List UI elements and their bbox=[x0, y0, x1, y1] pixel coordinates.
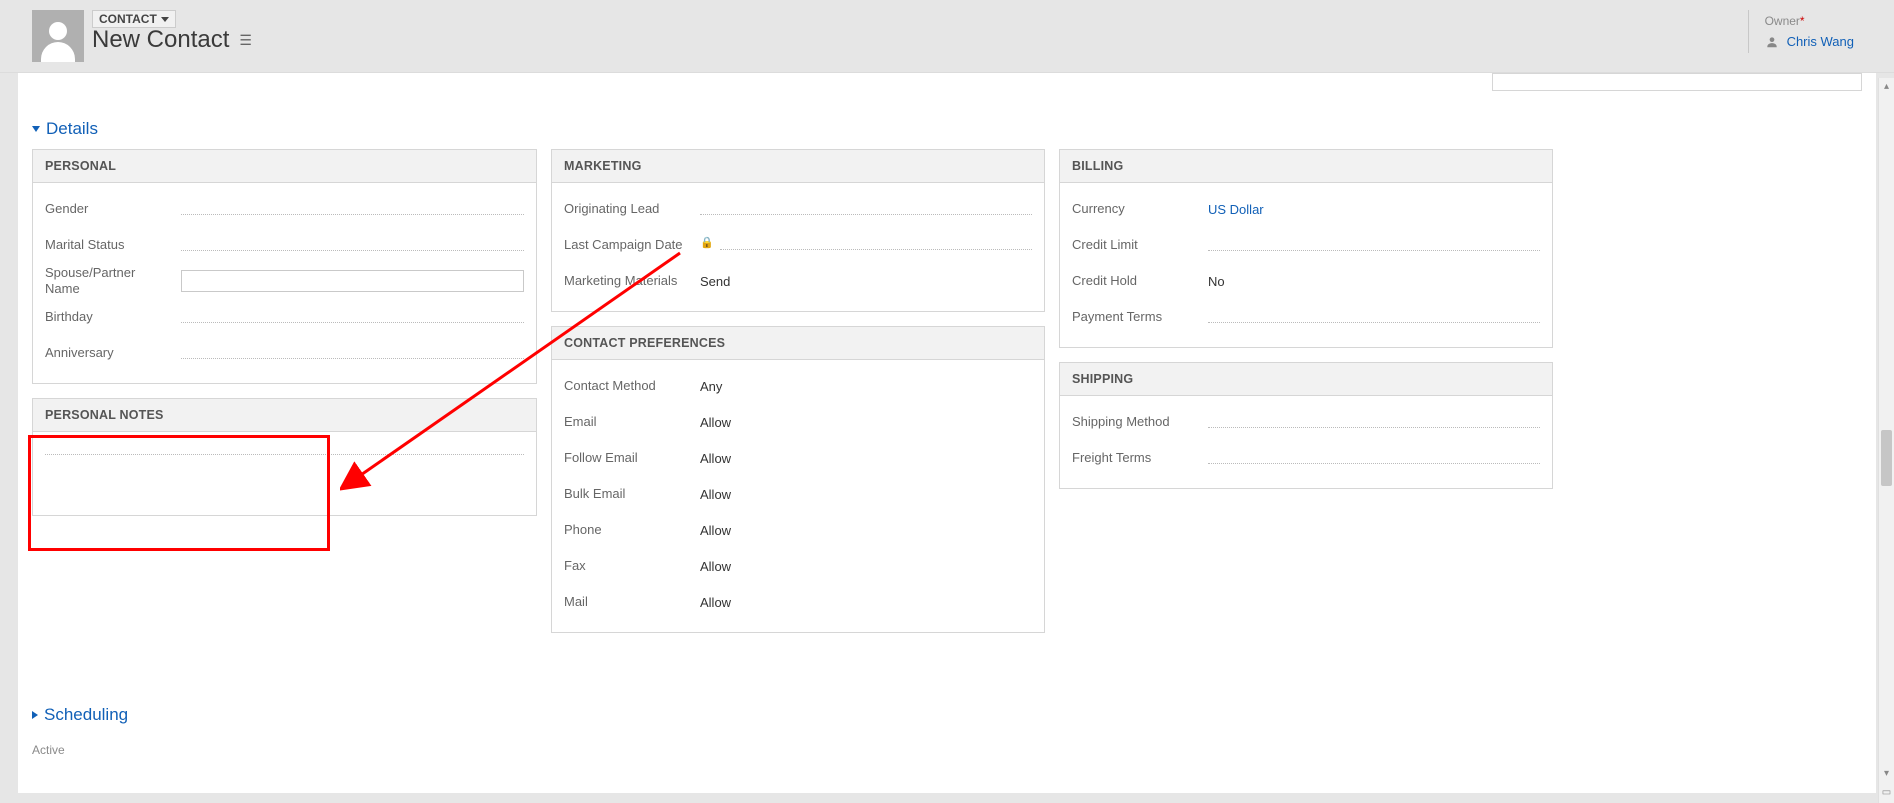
panel-personal-notes: PERSONAL NOTES bbox=[32, 398, 537, 516]
triangle-down-icon bbox=[32, 126, 40, 132]
person-icon bbox=[1765, 35, 1779, 49]
form-page: Details PERSONAL Gender Marital Status S… bbox=[18, 73, 1876, 793]
panel-header-billing: BILLING bbox=[1060, 150, 1552, 183]
label-email: Email bbox=[564, 414, 692, 430]
field-currency[interactable]: US Dollar bbox=[1208, 202, 1264, 217]
field-anniversary[interactable] bbox=[181, 348, 524, 359]
label-payment-terms: Payment Terms bbox=[1072, 309, 1200, 325]
contact-avatar bbox=[32, 10, 84, 62]
entity-type-label: CONTACT bbox=[99, 12, 157, 26]
field-gender[interactable] bbox=[181, 204, 524, 215]
field-originating-lead[interactable] bbox=[700, 204, 1032, 215]
panel-header-contact-preferences: CONTACT PREFERENCES bbox=[552, 327, 1044, 360]
owner-block: Owner* Chris Wang bbox=[1748, 10, 1864, 53]
vertical-scrollbar[interactable]: ▴ ▾ bbox=[1878, 78, 1894, 781]
scroll-thumb[interactable] bbox=[1881, 430, 1892, 486]
label-anniversary: Anniversary bbox=[45, 345, 173, 361]
label-fax: Fax bbox=[564, 558, 692, 574]
label-spouse: Spouse/Partner Name bbox=[45, 265, 173, 296]
panel-header-shipping: SHIPPING bbox=[1060, 363, 1552, 396]
label-follow-email: Follow Email bbox=[564, 450, 692, 466]
field-birthday[interactable] bbox=[181, 312, 524, 323]
panel-personal: PERSONAL Gender Marital Status Spouse/Pa… bbox=[32, 149, 537, 384]
label-shipping-method: Shipping Method bbox=[1072, 414, 1200, 430]
field-payment-terms[interactable] bbox=[1208, 312, 1540, 323]
label-credit-limit: Credit Limit bbox=[1072, 237, 1200, 253]
label-gender: Gender bbox=[45, 201, 173, 217]
panel-header-marketing: MARKETING bbox=[552, 150, 1044, 183]
footer-active-label: Active bbox=[32, 743, 1862, 757]
field-follow-email[interactable]: Allow bbox=[700, 451, 1032, 466]
label-marketing-materials: Marketing Materials bbox=[564, 273, 692, 289]
owner-link[interactable]: Chris Wang bbox=[1787, 34, 1854, 49]
scroll-corner: ▭ bbox=[1878, 781, 1894, 803]
label-contact-method: Contact Method bbox=[564, 378, 692, 394]
page-title: New Contact bbox=[92, 26, 229, 54]
field-credit-hold[interactable]: No bbox=[1208, 274, 1540, 289]
field-credit-limit[interactable] bbox=[1208, 240, 1540, 251]
caret-down-icon bbox=[161, 17, 169, 22]
field-personal-notes[interactable] bbox=[45, 454, 524, 455]
section-label-scheduling: Scheduling bbox=[44, 705, 128, 725]
label-currency: Currency bbox=[1072, 201, 1200, 217]
panel-marketing: MARKETING Originating Lead Last Campaign… bbox=[551, 149, 1045, 312]
form-header: CONTACT New Contact ☰ Owner* Chris Wang bbox=[0, 0, 1894, 73]
panel-contact-preferences: CONTACT PREFERENCES Contact Method Any E… bbox=[551, 326, 1045, 633]
label-birthday: Birthday bbox=[45, 309, 173, 325]
label-bulk-email: Bulk Email bbox=[564, 486, 692, 502]
panel-header-personal: PERSONAL bbox=[33, 150, 536, 183]
field-marital-status[interactable] bbox=[181, 240, 524, 251]
field-marketing-materials[interactable]: Send bbox=[700, 274, 1032, 289]
section-toggle-scheduling[interactable]: Scheduling bbox=[32, 659, 1862, 725]
field-email[interactable]: Allow bbox=[700, 415, 1032, 430]
field-freight-terms[interactable] bbox=[1208, 453, 1540, 464]
panel-shipping: SHIPPING Shipping Method Freight Terms bbox=[1059, 362, 1553, 489]
field-fax[interactable]: Allow bbox=[700, 559, 1032, 574]
label-credit-hold: Credit Hold bbox=[1072, 273, 1200, 289]
field-phone[interactable]: Allow bbox=[700, 523, 1032, 538]
header-auxiliary-box bbox=[1492, 73, 1862, 91]
label-last-campaign: Last Campaign Date bbox=[564, 237, 692, 253]
label-freight-terms: Freight Terms bbox=[1072, 450, 1200, 466]
scroll-up-icon[interactable]: ▴ bbox=[1879, 78, 1894, 94]
field-last-campaign: 🔒 bbox=[700, 239, 1032, 252]
scroll-down-icon[interactable]: ▾ bbox=[1879, 765, 1894, 781]
owner-label: Owner* bbox=[1765, 14, 1854, 28]
section-label-details: Details bbox=[46, 119, 98, 139]
panel-header-personal-notes: PERSONAL NOTES bbox=[33, 399, 536, 432]
field-bulk-email[interactable]: Allow bbox=[700, 487, 1032, 502]
label-mail: Mail bbox=[564, 594, 692, 610]
label-originating-lead: Originating Lead bbox=[564, 201, 692, 217]
input-spouse-name[interactable] bbox=[181, 270, 524, 292]
field-contact-method[interactable]: Any bbox=[700, 379, 1032, 394]
lock-icon: 🔒 bbox=[700, 236, 714, 249]
label-phone: Phone bbox=[564, 522, 692, 538]
panel-billing: BILLING Currency US Dollar Credit Limit … bbox=[1059, 149, 1553, 348]
field-shipping-method[interactable] bbox=[1208, 417, 1540, 428]
field-mail[interactable]: Allow bbox=[700, 595, 1032, 610]
triangle-right-icon bbox=[32, 711, 38, 719]
flyout-menu-icon[interactable]: ☰ bbox=[239, 32, 252, 49]
label-marital-status: Marital Status bbox=[45, 237, 173, 253]
